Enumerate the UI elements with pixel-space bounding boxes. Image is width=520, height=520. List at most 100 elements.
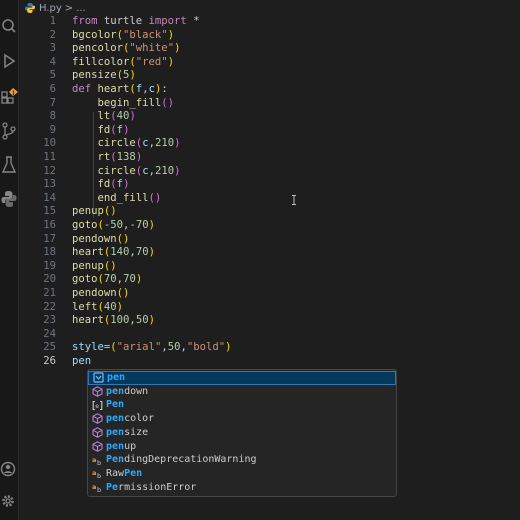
line-number: 22 [43,300,56,313]
python-icon[interactable] [0,188,18,210]
code-line[interactable]: 8 lt(40) [18,110,520,124]
code-text: fd(f) [72,124,130,138]
method-cube-icon [91,413,103,425]
suggestion-rest: color [124,413,155,425]
line-number: 2 [49,28,56,41]
code-token: goto [72,273,98,286]
code-token: () [103,205,117,218]
svg-text:b: b [97,472,101,479]
text-reference-icon: ab [91,468,103,480]
code-line[interactable]: 9 fd(f) [18,124,520,138]
code-token: 140 [110,246,130,259]
code-text: pendown() [72,287,129,301]
svg-text:a: a [92,456,96,464]
code-line[interactable]: 4 fillcolor("red") [18,56,520,70]
code-line[interactable]: 7 begin_fill() [18,97,520,111]
line-number: 24 [43,327,56,340]
code-text: left(40) [72,301,123,315]
search-icon[interactable] [0,16,18,38]
code-line[interactable]: 21 pendown() [18,287,520,301]
code-line[interactable]: 23 heart(100,50) [18,314,520,328]
code-line[interactable]: 11 rt(138) [18,151,520,165]
suggestion-item[interactable]: penup [88,440,396,454]
code-line[interactable]: 14 end_fill() [18,192,520,206]
suggestion-item[interactable]: a b RawPen [88,467,396,481]
line-number: 12 [43,164,56,177]
code-token: circle [97,164,136,177]
code-line[interactable]: 10 circle(c,210) [18,137,520,151]
code-token: 70 [103,273,117,286]
code-text: begin_fill() [72,97,175,111]
code-token: pencolor [72,42,124,55]
code-token: 50 [167,341,181,354]
code-token: ) [174,137,181,150]
line-number: 26 [43,355,56,367]
suggestion-label: pensize [106,426,148,440]
code-text: rt(138) [72,151,143,165]
code-line[interactable]: 20 goto(70,70) [18,273,520,287]
svg-text:b: b [97,459,101,466]
code-token: ) [135,273,143,286]
code-line[interactable]: 16 goto(-50,-70) [18,219,520,233]
code-line[interactable]: 13 fd(f) [18,178,520,192]
line-number: 15 [43,205,56,218]
code-token: penup [72,259,104,272]
class-icon: e [91,399,103,411]
code-line[interactable]: 15 penup() [18,205,520,219]
code-text: heart(140,70) [72,246,155,260]
code-line[interactable]: 17 pendown() [18,233,520,247]
code-token: ) [174,42,181,55]
suggestion-match: Pe [106,481,119,493]
code-token: rt [97,151,111,163]
suggestion-item[interactable]: pencolor [88,412,396,426]
code-line[interactable]: 2 bgcolor("black") [18,29,520,43]
code-text: circle(c,210) [72,137,181,151]
suggestion-rest: up [124,440,137,452]
code-token: "black" [123,28,168,41]
code-line[interactable]: 6 def heart(f,c): [18,83,520,97]
suggestion-match: pen [106,426,125,438]
code-line[interactable]: 3 pencolor("white") [18,42,520,56]
suggestion-item[interactable]: a b PendingDeprecationWarning [88,453,396,467]
code-line[interactable]: 26 pen [18,355,520,369]
code-line[interactable]: 24 [18,328,520,342]
line-number: 21 [43,287,56,299]
code-token: ) [148,246,155,259]
settings-gear-icon[interactable] [0,490,18,512]
run-debug-icon[interactable] [0,50,18,72]
breadcrumb-separator: > [64,2,74,14]
code-token: 138 [116,151,136,163]
source-control-icon[interactable] [0,120,18,142]
suggestion-label: PermissionError [106,481,196,495]
code-token: penup [72,205,104,218]
breadcrumb-file[interactable]: H.py [39,3,62,14]
line-number: 16 [43,219,56,231]
autocomplete-suggestions[interactable]: pen pendown e Pen pencolor pensize penup a b Pend… [87,369,397,497]
testing-icon[interactable] [0,154,18,176]
code-token: left [72,300,98,313]
code-token: 70 [123,273,136,286]
code-token: "bold" [186,341,226,354]
code-line[interactable]: 12 circle(c,210) [18,165,520,179]
code-line[interactable]: 25 style=("arial",50,"bold") [18,341,520,355]
line-number: 10 [43,137,56,150]
extensions-icon[interactable]: ! [0,86,18,108]
code-token: () [103,259,117,272]
code-line[interactable]: 19 penup() [18,260,520,274]
suggestion-item[interactable]: pensize [88,426,396,440]
code-line[interactable]: 5 pensize(5) [18,69,520,83]
code-line[interactable]: 1 from turtle import * [18,15,520,29]
breadcrumb-ellipsis[interactable]: ... [76,3,86,14]
line-number: 7 [49,96,56,109]
suggestion-match: Pen [124,467,143,479]
account-icon[interactable] [0,458,18,480]
code-line[interactable]: 18 heart(140,70) [18,246,520,260]
suggestion-label: penup [106,440,136,454]
suggestion-item[interactable]: pen [88,371,396,385]
suggestion-item[interactable]: pendown [88,385,396,399]
suggestion-item[interactable]: e Pen [88,398,396,412]
code-line[interactable]: 22 left(40) [18,301,520,315]
suggestion-item[interactable]: a b PermissionError [88,481,396,495]
